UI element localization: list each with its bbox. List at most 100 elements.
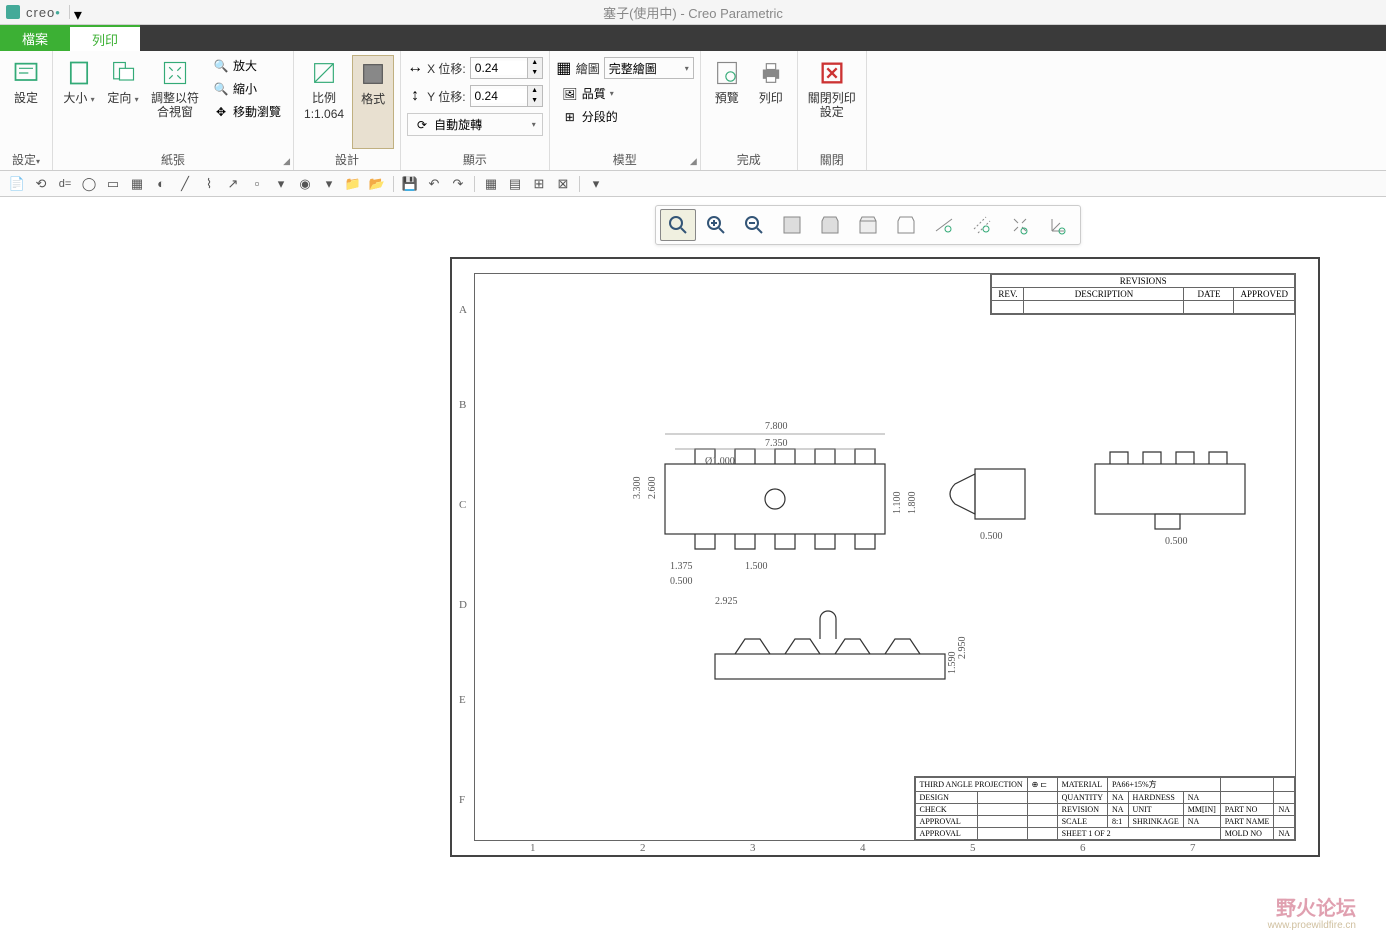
group-model: ▦ 繪圖 完整繪圖▾ 🖼品質 ▾ ⊞分段的 模型 ◢ bbox=[550, 51, 701, 170]
zoom-out-tool[interactable] bbox=[736, 209, 772, 241]
size-button[interactable]: 大小 ▾ bbox=[59, 55, 99, 149]
y-down[interactable]: ▼ bbox=[528, 96, 542, 106]
zoom-in-button[interactable]: 🔍放大 bbox=[207, 55, 287, 76]
fit-window-button[interactable]: 調整以符 合視窗 bbox=[147, 55, 203, 149]
zone-5: 5 bbox=[970, 842, 976, 854]
zoom-out-icon: 🔍 bbox=[213, 81, 229, 97]
qt-redo[interactable]: ↷ bbox=[447, 174, 469, 194]
x-offset-label: X 位移: bbox=[427, 60, 466, 77]
group-paper: 大小 ▾ 定向 ▾ 調整以符 合視窗 🔍放大 🔍縮小 ✥移動瀏覽 紙張 ◢ bbox=[53, 51, 294, 170]
qt-cube[interactable]: ▦ bbox=[126, 174, 148, 194]
qt-circle1[interactable]: ◯ bbox=[78, 174, 100, 194]
auto-rotate-button[interactable]: ⟳自動旋轉▾ bbox=[407, 113, 543, 136]
qt-more2[interactable]: ▾ bbox=[318, 174, 340, 194]
view-axis[interactable] bbox=[964, 209, 1000, 241]
zone-1: 1 bbox=[530, 842, 536, 854]
zone-d: D bbox=[459, 599, 467, 611]
shade3[interactable] bbox=[850, 209, 886, 241]
title-block: THIRD ANGLE PROJECTION⊕ ⊏MATERIALPA66+15… bbox=[914, 776, 1295, 840]
draw-combo[interactable]: 完整繪圖▾ bbox=[604, 57, 694, 79]
qt-rect[interactable]: ▭ bbox=[102, 174, 124, 194]
x-up[interactable]: ▲ bbox=[528, 58, 542, 68]
qt-grid2[interactable]: ▤ bbox=[504, 174, 526, 194]
close-icon bbox=[816, 57, 848, 89]
svg-text:1.100: 1.100 bbox=[892, 492, 903, 515]
quality-icon: 🖼 bbox=[562, 86, 578, 102]
qt-close[interactable]: ⊠ bbox=[552, 174, 574, 194]
shade1[interactable] bbox=[774, 209, 810, 241]
qt-more1[interactable]: ▾ bbox=[270, 174, 292, 194]
qt-line[interactable]: ╱ bbox=[174, 174, 196, 194]
zone-2: 2 bbox=[640, 842, 646, 854]
qt-new[interactable]: 📄 bbox=[6, 174, 28, 194]
svg-text:2.950: 2.950 bbox=[957, 637, 968, 660]
zone-7: 7 bbox=[1190, 842, 1196, 854]
view-plane[interactable] bbox=[926, 209, 962, 241]
drawing-canvas[interactable]: A B C D E F 1 2 3 4 5 6 7 REVISIONS REV.… bbox=[0, 197, 1386, 933]
y-offset-input[interactable] bbox=[471, 89, 527, 103]
qt-win[interactable]: ⊞ bbox=[528, 174, 550, 194]
segment-button[interactable]: ⊞分段的 bbox=[556, 106, 694, 127]
zoom-out-button[interactable]: 🔍縮小 bbox=[207, 78, 287, 99]
qt-drop[interactable]: ▾ bbox=[585, 174, 607, 194]
group-close: 關閉列印 設定 關閉 bbox=[798, 51, 867, 170]
close-print-button[interactable]: 關閉列印 設定 bbox=[804, 55, 860, 149]
svg-text:7.350: 7.350 bbox=[765, 438, 788, 449]
settings-button[interactable]: 設定 bbox=[6, 55, 46, 149]
format-button[interactable]: 格式 bbox=[352, 55, 394, 149]
qt-open[interactable]: 📂 bbox=[366, 174, 388, 194]
y-up[interactable]: ▲ bbox=[528, 86, 542, 96]
tab-file[interactable]: 檔案 bbox=[0, 25, 70, 51]
zoom-in-tool[interactable] bbox=[698, 209, 734, 241]
qt-folder[interactable]: 📁 bbox=[342, 174, 364, 194]
tab-corner-icon[interactable]: ▾ bbox=[69, 5, 83, 19]
qt-box[interactable]: ▫ bbox=[246, 174, 268, 194]
qt-undo[interactable]: ↶ bbox=[423, 174, 445, 194]
group-settings: 設定 設定▾ bbox=[0, 51, 53, 170]
x-offset-spinner[interactable]: ▲▼ bbox=[470, 57, 543, 79]
svg-text:0.500: 0.500 bbox=[980, 531, 1003, 542]
group-design: 比例 1:1.064 格式 設計 bbox=[294, 51, 401, 170]
tab-print[interactable]: 列印 bbox=[70, 25, 140, 51]
document-title: 塞子(使用中) - Creo Parametric bbox=[603, 3, 783, 22]
print-button[interactable]: 列印 bbox=[751, 55, 791, 149]
qt-arrow[interactable]: ↗ bbox=[222, 174, 244, 194]
view-csys[interactable] bbox=[1040, 209, 1076, 241]
brand-label: creo• bbox=[26, 5, 61, 20]
group-finish: 預覽 列印 完成 bbox=[701, 51, 798, 170]
qt-d[interactable]: d= bbox=[54, 174, 76, 194]
qt-curve[interactable]: ⌇ bbox=[198, 174, 220, 194]
shade4[interactable] bbox=[888, 209, 924, 241]
orientation-icon bbox=[107, 57, 139, 89]
zoom-window-button[interactable] bbox=[660, 209, 696, 241]
page-size-icon bbox=[63, 57, 95, 89]
orientation-button[interactable]: 定向 ▾ bbox=[103, 55, 143, 149]
paper-dialog-launcher[interactable]: ◢ bbox=[283, 156, 290, 167]
settings-dropdown[interactable]: 設定 bbox=[12, 153, 36, 167]
ribbon-tabs: 檔案 列印 bbox=[0, 25, 1386, 51]
model-dialog-launcher[interactable]: ◢ bbox=[690, 156, 697, 167]
qt-circle2[interactable]: ◉ bbox=[294, 174, 316, 194]
svg-text:1.500: 1.500 bbox=[745, 561, 768, 572]
watermark: 野火论坛 bbox=[1276, 892, 1356, 921]
y-offset-spinner[interactable]: ▲▼ bbox=[470, 85, 543, 107]
scale-button[interactable]: 比例 1:1.064 bbox=[300, 55, 348, 149]
qt-save[interactable]: 💾 bbox=[399, 174, 421, 194]
x-offset-input[interactable] bbox=[471, 61, 527, 75]
qt-erase[interactable]: ◐ bbox=[150, 174, 172, 194]
zone-6: 6 bbox=[1080, 842, 1086, 854]
app-icon bbox=[6, 5, 20, 19]
printer-icon bbox=[755, 57, 787, 89]
zone-a: A bbox=[459, 304, 467, 316]
zoom-in-icon: 🔍 bbox=[213, 58, 229, 74]
shade2[interactable] bbox=[812, 209, 848, 241]
x-down[interactable]: ▼ bbox=[528, 68, 542, 78]
preview-button[interactable]: 預覽 bbox=[707, 55, 747, 149]
view-point[interactable] bbox=[1002, 209, 1038, 241]
preview-icon bbox=[711, 57, 743, 89]
quality-button[interactable]: 🖼品質 ▾ bbox=[556, 83, 694, 104]
drawing-sheet: A B C D E F 1 2 3 4 5 6 7 REVISIONS REV.… bbox=[450, 257, 1320, 857]
pan-button[interactable]: ✥移動瀏覽 bbox=[207, 101, 287, 122]
qt-grid1[interactable]: ▦ bbox=[480, 174, 502, 194]
qt-regen[interactable]: ⟲ bbox=[30, 174, 52, 194]
